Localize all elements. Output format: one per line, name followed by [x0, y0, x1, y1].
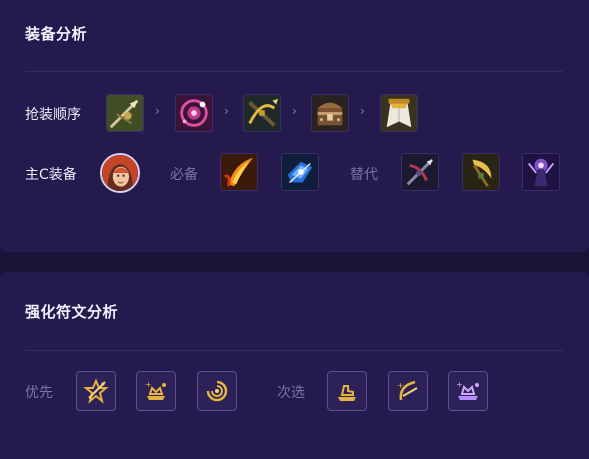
golden-crossbow-item-icon[interactable]	[243, 94, 281, 132]
divider	[25, 350, 563, 351]
equipment-analysis-title: 装备分析	[25, 25, 88, 43]
pink-rune-circle-item-icon[interactable]	[175, 94, 213, 132]
divider	[25, 71, 563, 72]
spear-arrow-item-icon[interactable]	[106, 94, 144, 132]
chevron-right-icon: ›	[360, 104, 365, 118]
secondary-augments-label: 次选	[277, 385, 305, 401]
golden-crown-platform-augment-icon[interactable]: +	[136, 371, 176, 411]
purple-crown-platform-augment-icon[interactable]: +	[448, 371, 488, 411]
golden-star-arrow-augment-icon[interactable]	[76, 371, 116, 411]
blue-gauntlet-item-icon[interactable]	[281, 153, 319, 191]
primary-augments-label: 优先	[25, 385, 53, 401]
golden-spiral-augment-icon[interactable]	[197, 371, 237, 411]
golden-bow-augment-icon[interactable]: +	[388, 371, 428, 411]
svg-text:+: +	[456, 380, 463, 389]
white-cloak-item-icon[interactable]	[380, 94, 418, 132]
chevron-right-icon: ›	[224, 104, 229, 118]
chevron-right-icon: ›	[292, 104, 297, 118]
equipment-analysis-card: 装备分析 抢装顺序 › › › › 主C装备 必备 替代	[0, 0, 589, 252]
build-order-label: 抢装顺序	[25, 107, 81, 123]
chevron-right-icon: ›	[155, 104, 160, 118]
carry-items-label: 主C装备	[25, 167, 77, 183]
alternative-label: 替代	[350, 167, 378, 183]
violet-mage-item-icon[interactable]	[522, 153, 560, 191]
golden-boots-platform-augment-icon[interactable]	[327, 371, 367, 411]
red-haired-champion-portrait[interactable]	[100, 153, 140, 193]
dark-crossbow-item-icon[interactable]	[401, 153, 439, 191]
svg-text:+: +	[145, 380, 152, 389]
brown-treasure-chest-item-icon[interactable]	[311, 94, 349, 132]
required-label: 必备	[170, 167, 198, 183]
flaming-blade-item-icon[interactable]	[220, 153, 258, 191]
augment-analysis-title: 强化符文分析	[25, 303, 119, 321]
svg-text:+: +	[397, 381, 404, 390]
golden-scythe-item-icon[interactable]	[462, 153, 500, 191]
augment-analysis-card: 强化符文分析 优先 + 次选 + +	[0, 272, 589, 459]
